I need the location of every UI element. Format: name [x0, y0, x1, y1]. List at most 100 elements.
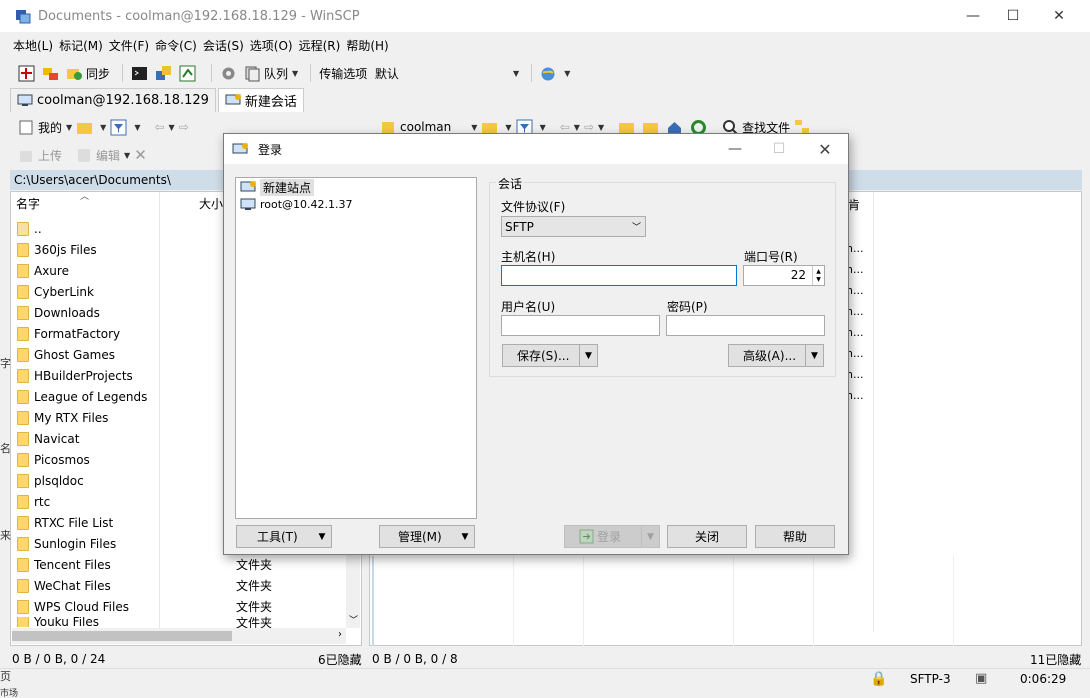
manage-button[interactable]: 管理(M) ▼ [379, 525, 475, 548]
port-value: 22 [790, 268, 806, 282]
file-name: 360js Files [34, 242, 97, 257]
putty-button[interactable] [155, 65, 175, 82]
list-item[interactable]: WeChat Files 文件夹 [12, 575, 352, 596]
close-window-button[interactable]: ✕ [1036, 0, 1082, 32]
main-toolbar: 同步 队列 ▼ 传输选项 默认 ▼ ▼ [18, 63, 574, 83]
host-input[interactable] [501, 265, 737, 286]
right-back-button[interactable]: ⇦ ▼ [560, 120, 580, 134]
dialog-maximize-button[interactable]: ☐ [756, 134, 802, 164]
tab-session-coolman[interactable]: coolman@192.168.18.129 [10, 88, 216, 112]
right-status-hidden[interactable]: 11已隐藏 [1030, 650, 1081, 668]
toolbar-separator [211, 64, 213, 82]
chevron-down-icon: ▼ [461, 531, 469, 542]
chevron-down-icon: ▼ [573, 122, 580, 132]
refresh-session-button[interactable] [179, 65, 199, 82]
computer-icon [240, 198, 256, 210]
menu-options[interactable]: 选项(O) [247, 37, 296, 54]
save-dropdown-arrow[interactable]: ▼ [579, 345, 597, 366]
tree-item-site[interactable]: root@10.42.1.37 [236, 196, 476, 213]
upload-button[interactable]: 上传 [18, 147, 62, 164]
left-open-folder-button[interactable]: ▼ [76, 119, 106, 136]
preferences-button[interactable] [220, 65, 240, 82]
compare-dirs-button[interactable] [18, 65, 38, 82]
scroll-down-icon: ﹀ [349, 616, 359, 626]
transfer-settings-dropdown[interactable]: 传输选项 默认 ▼ [319, 65, 519, 82]
dialog-minimize-button[interactable]: — [712, 134, 758, 164]
sync-button[interactable]: 同步 [66, 65, 110, 82]
user-input[interactable] [501, 315, 660, 336]
save-button[interactable]: 保存(S)... ▼ [502, 344, 598, 367]
computer-icon [17, 94, 33, 106]
tab-new-session[interactable]: 新建会话 [217, 88, 304, 112]
open-folder-icon [77, 122, 93, 134]
file-name: HBuilderProjects [34, 368, 133, 383]
folder-icon [17, 431, 29, 446]
network-icon [179, 65, 196, 81]
menu-commands[interactable]: 命令(C) [152, 37, 200, 54]
column-size[interactable]: 大小 [199, 195, 223, 212]
left-path-text: C:\Users\acer\Documents\ [14, 173, 171, 187]
folder-icon [17, 599, 29, 614]
protocol-select[interactable]: SFTP ﹀ [501, 216, 646, 237]
menu-mark[interactable]: 标记(M) [56, 37, 106, 54]
port-input[interactable]: 22 ▲ ▼ [743, 265, 825, 286]
right-column-header[interactable]: 肯 [848, 196, 860, 213]
queue-button[interactable]: 队列 ▼ [244, 65, 298, 82]
site-manager-button[interactable]: ▼ [540, 65, 570, 82]
left-filter-button[interactable]: ▼ [110, 119, 140, 136]
delete-button[interactable]: ✕ [134, 146, 147, 164]
spin-down-icon: ▼ [816, 275, 821, 283]
menu-session[interactable]: 会话(S) [200, 37, 247, 54]
advanced-dropdown-arrow[interactable]: ▼ [805, 345, 823, 366]
folder-icon [17, 263, 29, 278]
chevron-down-icon: ▼ [564, 68, 571, 78]
port-spinner[interactable]: ▲ ▼ [812, 266, 824, 285]
tree-item-new-site[interactable]: 新建站点 [236, 179, 476, 196]
left-location-dropdown[interactable]: 我的 ▼ [18, 119, 72, 136]
tree-item-label: 新建站点 [260, 179, 315, 196]
file-name: Youku Files [34, 617, 100, 627]
sync-browse-button[interactable] [42, 65, 62, 82]
column-name[interactable]: 名字 [11, 195, 199, 212]
menu-local[interactable]: 本地(L) [10, 37, 56, 54]
list-item[interactable]: WPS Cloud Files 文件夹 [12, 596, 352, 617]
password-input[interactable] [666, 315, 825, 336]
login-button[interactable]: 登录 ▼ [564, 525, 660, 548]
host-label: 主机名(H) [501, 250, 556, 264]
close-button[interactable]: 关闭 [667, 525, 747, 548]
login-dropdown-arrow[interactable]: ▼ [641, 526, 659, 547]
list-item[interactable]: Youku Files 文件夹 [12, 616, 352, 630]
folder-icon [17, 410, 29, 425]
terminal-button[interactable] [131, 65, 151, 82]
queue-label: 队列 [264, 66, 289, 81]
scroll-thumb[interactable] [12, 631, 232, 641]
left-status-hidden[interactable]: 6已隐藏 [318, 650, 362, 668]
title-bar: Documents - coolman@192.168.18.129 - Win… [0, 0, 1090, 32]
folder-icon [17, 494, 29, 509]
chevron-down-icon: ▼ [168, 122, 175, 132]
password-label: 密码(P) [667, 300, 708, 314]
left-back-button[interactable]: ⇦ ▼ [154, 120, 174, 134]
tools-button[interactable]: 工具(T) ▼ [236, 525, 332, 548]
maximize-button[interactable]: ☐ [990, 0, 1036, 32]
site-globe-icon [541, 67, 555, 80]
edit-button[interactable]: 编辑 ▼ [76, 147, 130, 164]
advanced-button[interactable]: 高级(A)... ▼ [728, 344, 824, 367]
left-horizontal-scrollbar[interactable]: › [12, 628, 346, 644]
gear-icon [222, 67, 235, 79]
left-forward-button[interactable]: ⇨ [179, 120, 189, 134]
list-item[interactable]: Tencent Files 文件夹 [12, 554, 352, 575]
right-forward-button[interactable]: ⇨ ▼ [584, 120, 604, 134]
dialog-close-button[interactable]: ✕ [802, 134, 848, 164]
arrow-right-icon: ⇨ [583, 120, 595, 134]
help-button[interactable]: 帮助 [755, 525, 835, 548]
right-grid-lines [372, 556, 1078, 646]
menu-help[interactable]: 帮助(H) [343, 37, 391, 54]
sync-label: 同步 [86, 66, 111, 81]
folder-icon [17, 578, 29, 593]
menu-remote[interactable]: 远程(R) [296, 37, 344, 54]
menu-file[interactable]: 文件(F) [106, 37, 152, 54]
session-group-label: 会话 [496, 175, 525, 192]
bg-text-fragment: 市场 [0, 689, 19, 698]
sort-arrow-icon: ︿ [80, 192, 90, 202]
